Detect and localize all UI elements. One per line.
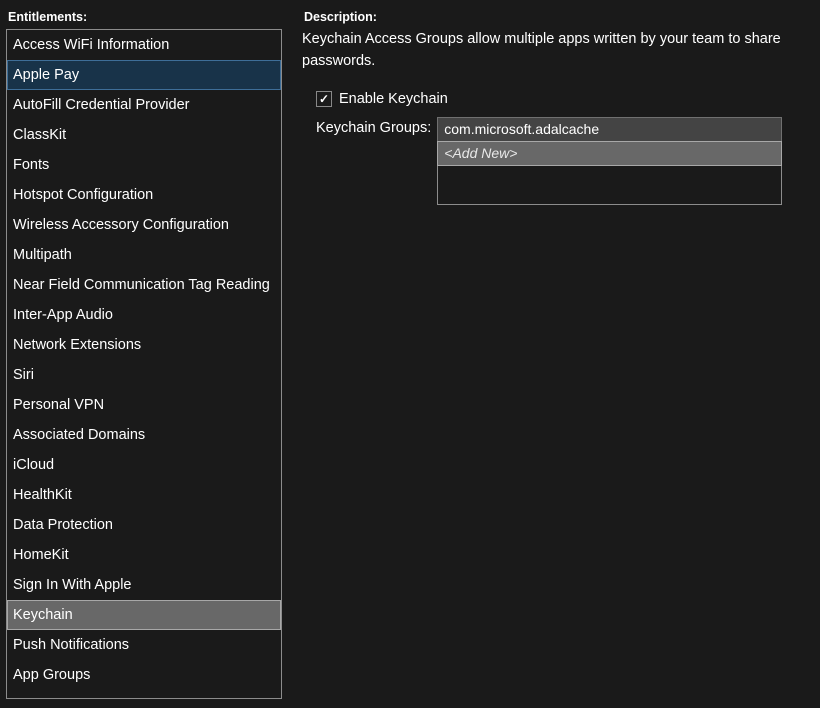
entitlement-access-wifi-information[interactable]: Access WiFi Information	[7, 30, 281, 60]
enable-keychain-row: ✓ Enable Keychain	[316, 91, 804, 107]
entitlement-homekit[interactable]: HomeKit	[7, 540, 281, 570]
entitlement-keychain[interactable]: Keychain	[7, 600, 281, 630]
enable-keychain-checkbox[interactable]: ✓	[316, 91, 332, 107]
entitlement-near-field-communication-tag-reading[interactable]: Near Field Communication Tag Reading	[7, 270, 281, 300]
description-header: Description:	[302, 10, 804, 24]
enable-keychain-label: Enable Keychain	[339, 91, 448, 107]
entitlement-hotspot-configuration[interactable]: Hotspot Configuration	[7, 180, 281, 210]
entitlement-multipath[interactable]: Multipath	[7, 240, 281, 270]
entitlement-siri[interactable]: Siri	[7, 360, 281, 390]
entitlement-icloud[interactable]: iCloud	[7, 450, 281, 480]
entitlement-healthkit[interactable]: HealthKit	[7, 480, 281, 510]
check-icon: ✓	[319, 93, 329, 105]
entitlement-network-extensions[interactable]: Network Extensions	[7, 330, 281, 360]
description-text: Keychain Access Groups allow multiple ap…	[302, 29, 804, 73]
entitlement-classkit[interactable]: ClassKit	[7, 120, 281, 150]
entitlement-push-notifications[interactable]: Push Notifications	[7, 630, 281, 660]
keychain-groups-list[interactable]: com.microsoft.adalcache <Add New>	[437, 117, 782, 205]
entitlement-apple-pay[interactable]: Apple Pay	[7, 60, 281, 90]
entitlement-inter-app-audio[interactable]: Inter-App Audio	[7, 300, 281, 330]
entitlement-fonts[interactable]: Fonts	[7, 150, 281, 180]
entitlement-sign-in-with-apple[interactable]: Sign In With Apple	[7, 570, 281, 600]
entitlement-associated-domains[interactable]: Associated Domains	[7, 420, 281, 450]
entitlements-panel: Entitlements: Access WiFi Information Ap…	[6, 10, 282, 698]
description-panel: Description: Keychain Access Groups allo…	[302, 10, 814, 698]
entitlement-app-groups[interactable]: App Groups	[7, 660, 281, 690]
entitlement-data-protection[interactable]: Data Protection	[7, 510, 281, 540]
keychain-group-item[interactable]: com.microsoft.adalcache	[437, 117, 782, 142]
entitlement-autofill-credential-provider[interactable]: AutoFill Credential Provider	[7, 90, 281, 120]
entitlements-header: Entitlements:	[6, 10, 282, 24]
entitlement-personal-vpn[interactable]: Personal VPN	[7, 390, 281, 420]
keychain-group-add-new[interactable]: <Add New>	[437, 141, 782, 166]
keychain-groups-row: Keychain Groups: com.microsoft.adalcache…	[316, 117, 804, 205]
keychain-groups-label: Keychain Groups:	[316, 117, 431, 136]
entitlement-wireless-accessory-configuration[interactable]: Wireless Accessory Configuration	[7, 210, 281, 240]
entitlements-list: Access WiFi Information Apple Pay AutoFi…	[6, 29, 282, 699]
